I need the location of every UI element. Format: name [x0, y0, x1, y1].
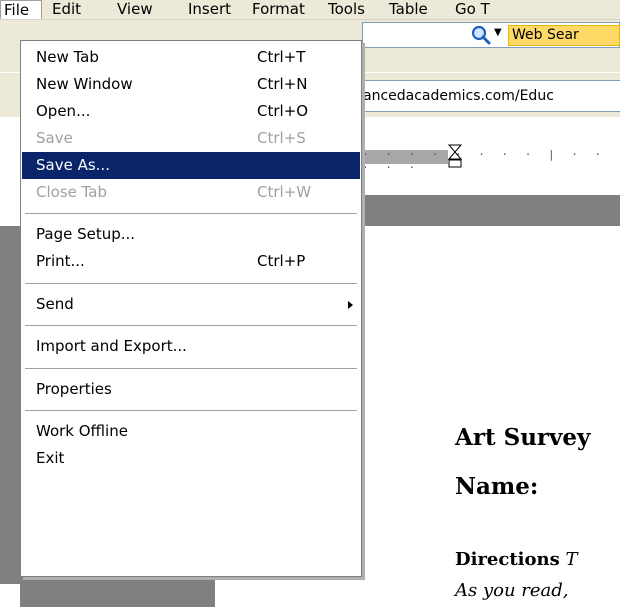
menu-edit[interactable]: Edit [52, 0, 81, 19]
menu-separator [25, 283, 357, 285]
menu-separator [25, 410, 357, 412]
submenu-arrow-icon [348, 301, 353, 309]
menu-go[interactable]: Go T [455, 0, 490, 19]
menu-item-label: Page Setup... [36, 225, 136, 243]
directions-label: Directions [455, 549, 560, 570]
menu-item-label: Send [36, 295, 74, 313]
menu-item-label: Save As... [36, 156, 110, 174]
menu-item-shortcut: Ctrl+N [257, 75, 308, 93]
address-field[interactable]: ancedacademics.com/Educ [362, 80, 620, 112]
menu-item-work-offline[interactable]: Work Offline [22, 418, 360, 445]
ruler-ticks: · · · · · · · · | · · · · · [362, 148, 607, 174]
menu-tools[interactable]: Tools [328, 0, 365, 19]
document-directions: Directions T [455, 549, 577, 570]
menu-item-new-tab[interactable]: New Tab Ctrl+T [22, 44, 360, 71]
menu-item-import-export[interactable]: Import and Export... [22, 333, 360, 360]
menu-item-exit[interactable]: Exit [22, 445, 360, 472]
menu-item-shortcut: Ctrl+O [257, 102, 309, 120]
menu-item-send[interactable]: Send [22, 291, 360, 318]
directions-text: T [565, 549, 578, 570]
web-search-button[interactable]: Web Sear [508, 25, 620, 46]
menu-table[interactable]: Table [389, 0, 428, 19]
menu-format[interactable]: Format [252, 0, 305, 19]
menu-item-properties[interactable]: Properties [22, 376, 360, 403]
document-body-text: As you read, [455, 580, 569, 601]
magnifier-icon[interactable] [470, 24, 492, 46]
menu-item-label: Open... [36, 102, 91, 120]
menu-item-label: Save [36, 129, 73, 147]
menu-item-print[interactable]: Print... Ctrl+P [22, 248, 360, 275]
chevron-down-icon[interactable]: ▼ [494, 26, 502, 40]
document-title: Art Survey [455, 424, 591, 451]
menu-item-label: Print... [36, 252, 85, 270]
menu-item-label: New Window [36, 75, 133, 93]
menu-item-label: Properties [36, 380, 112, 398]
menu-item-label: New Tab [36, 48, 99, 66]
file-menu-dropdown: New Tab Ctrl+T New Window Ctrl+N Open...… [20, 40, 362, 577]
menu-item-shortcut: Ctrl+S [257, 129, 306, 147]
menu-item-shortcut: Ctrl+W [257, 183, 312, 201]
menu-item-page-setup[interactable]: Page Setup... [22, 221, 360, 248]
menu-separator [25, 213, 357, 215]
menu-separator [25, 325, 357, 327]
ruler-gray-band [362, 195, 620, 226]
menu-item-label: Work Offline [36, 422, 128, 440]
menu-file[interactable]: File [0, 0, 42, 19]
menu-item-close-tab: Close Tab Ctrl+W [22, 179, 360, 206]
menu-separator [25, 368, 357, 370]
menu-item-open[interactable]: Open... Ctrl+O [22, 98, 360, 125]
document-name-label: Name: [455, 473, 539, 500]
document-edge [0, 584, 20, 607]
menu-item-save: Save Ctrl+S [22, 125, 360, 152]
menu-item-save-as[interactable]: Save As... [22, 152, 360, 179]
menu-item-label: Exit [36, 449, 65, 467]
menu-item-label: Import and Export... [36, 337, 187, 355]
menu-bar: File Edit View Insert Format Tools Table… [0, 0, 620, 20]
menu-item-label: Close Tab [36, 183, 108, 201]
menu-insert[interactable]: Insert [188, 0, 231, 19]
menu-view[interactable]: View [117, 0, 153, 19]
menu-item-shortcut: Ctrl+T [257, 48, 306, 66]
menu-item-new-window[interactable]: New Window Ctrl+N [22, 71, 360, 98]
indent-marker-icon[interactable] [447, 144, 463, 194]
menu-item-shortcut: Ctrl+P [257, 252, 306, 270]
